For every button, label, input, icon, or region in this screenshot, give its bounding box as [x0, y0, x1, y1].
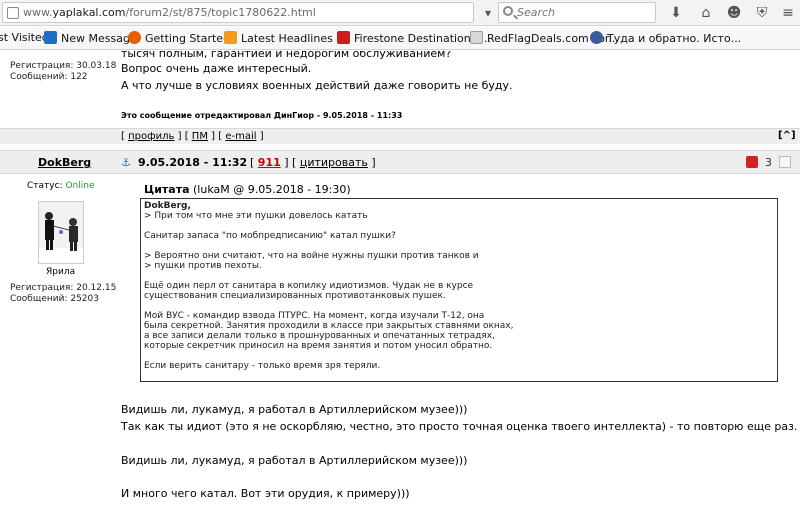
smiley-icon[interactable]: ☻: [724, 3, 744, 23]
quote-line: существования специализированных противо…: [144, 291, 446, 301]
report-icon[interactable]: [746, 156, 758, 168]
address-bar[interactable]: www.yaplakal.com/forum2/st/875/topic1780…: [2, 2, 474, 23]
dropdown-arrow-icon[interactable]: ▾: [478, 3, 498, 23]
avatar-caption: Ярила: [46, 267, 76, 277]
outlook-icon: [44, 31, 57, 44]
quote-line: DokBerg,: [144, 201, 191, 211]
page-icon: [470, 31, 483, 44]
menu-icon[interactable]: ≡: [778, 3, 798, 23]
post-actions: [ 911 ] [ цитировать ]: [250, 156, 376, 169]
bookmark-most-visited[interactable]: st Visited: [0, 31, 49, 44]
search-input[interactable]: [517, 5, 647, 20]
quote-line: была секретной. Занятия проходили в клас…: [144, 321, 514, 331]
author-status: Статус: Online: [27, 181, 95, 191]
prev-msg-count: Сообщений: 122: [10, 72, 88, 82]
prev-reg-date: Регистрация: 30.03.18: [10, 61, 117, 71]
author-msg-count: Сообщений: 25203: [10, 294, 99, 304]
shield-icon[interactable]: ⛨: [752, 3, 772, 23]
download-icon[interactable]: ⬇: [666, 3, 686, 23]
post-datetime: 9.05.2018 - 11:32: [138, 156, 248, 169]
quote-block: DokBerg, > При том что мне эти пушки дов…: [140, 198, 778, 382]
prev-post-footer: [ профиль ] [ ПМ ] [ e-mail ] [^]: [0, 128, 800, 144]
quote-line: [144, 241, 774, 251]
rss-icon: [224, 31, 237, 44]
bookmark-firestone[interactable]: Firestone Destination L...: [337, 31, 491, 45]
quote-line: > пушки против пехоты.: [144, 261, 262, 271]
prev-post-line-2: Вопрос очень даже интересный.: [121, 62, 312, 75]
bookmark-tuda-obratno[interactable]: Туда и обратно. Исто...: [590, 31, 741, 45]
report-count: 3: [765, 156, 772, 169]
quote-header: Цитата (lukaM @ 9.05.2018 - 19:30): [144, 183, 351, 196]
quote-line: Ещё один перл от санитара в копилку идио…: [144, 281, 474, 291]
url-text[interactable]: www.yaplakal.com/forum2/st/875/topic1780…: [23, 6, 316, 19]
anchor-icon[interactable]: ⚓: [121, 156, 131, 169]
quote-line: > При том что мне эти пушки довелось кат…: [144, 211, 368, 221]
browser-nav-bar: www.yaplakal.com/forum2/st/875/topic1780…: [0, 0, 800, 26]
quote-line: Санитар запаса "по мобпредписанию" катал…: [144, 231, 396, 241]
search-box[interactable]: [498, 2, 656, 23]
profile-link[interactable]: профиль: [128, 131, 174, 142]
quote-line: Если верить санитару - только время зря …: [144, 361, 381, 371]
post-body-line: И много чего катал. Вот эти орудия, к пр…: [121, 487, 410, 500]
email-link[interactable]: e-mail: [225, 131, 256, 142]
scroll-up-button[interactable]: [^]: [778, 130, 796, 141]
quote-line: [144, 351, 774, 361]
search-icon: [503, 6, 513, 16]
quote-line: а все записи делали только в прошнурован…: [144, 331, 495, 341]
globe-icon: [590, 31, 603, 44]
edited-note: Это сообщение отредактировал ДинГиор - 9…: [121, 111, 403, 120]
bookmarks-bar: st Visited New Message Getting Started L…: [0, 27, 800, 50]
quote-line: Мой ВУС - командир взвода ПТУРС. На моме…: [144, 311, 485, 321]
quote-line: которые секретчик приносил на время заня…: [144, 341, 493, 351]
post-body-line: Видишь ли, лукамуд, я работал в Артиллер…: [121, 454, 468, 467]
home-icon[interactable]: ⌂: [696, 3, 716, 23]
quote-line: [144, 221, 774, 231]
quote-link[interactable]: цитировать: [300, 156, 368, 169]
bookmark-latest-headlines[interactable]: Latest Headlines: [224, 31, 333, 45]
avatar-image: [39, 202, 83, 263]
forum-page: тысяч полным, гарантией и недорогим обсл…: [0, 51, 800, 509]
bookmark-getting-started[interactable]: Getting Started: [128, 31, 230, 45]
author-reg-date: Регистрация: 20.12.15: [10, 283, 117, 293]
firestone-icon: [337, 31, 350, 44]
quote-line: [144, 301, 774, 311]
post-author[interactable]: DokBerg: [38, 156, 91, 169]
post-header: DokBerg ⚓ 9.05.2018 - 11:32 [ 911 ] [ ци…: [0, 150, 800, 174]
quote-line: [144, 271, 774, 281]
post-body-line: Так как ты идиот (это я не оскорбляю, че…: [121, 420, 798, 433]
firefox-icon: [128, 31, 141, 44]
bookmark-new-message[interactable]: New Message: [44, 31, 137, 45]
plus-icon[interactable]: [779, 156, 791, 168]
pm-link[interactable]: ПМ: [192, 131, 208, 142]
avatar[interactable]: [38, 201, 84, 264]
rating-link[interactable]: 911: [258, 156, 281, 169]
quote-line: > Вероятно они считают, что на войне нуж…: [144, 251, 479, 261]
page-info-icon[interactable]: [7, 7, 19, 19]
post-body-line: Видишь ли, лукамуд, я работал в Артиллер…: [121, 403, 468, 416]
prev-post-links: [ профиль ] [ ПМ ] [ e-mail ]: [121, 131, 264, 142]
prev-post-line-3: А что лучше в условиях военных действий …: [121, 79, 513, 92]
